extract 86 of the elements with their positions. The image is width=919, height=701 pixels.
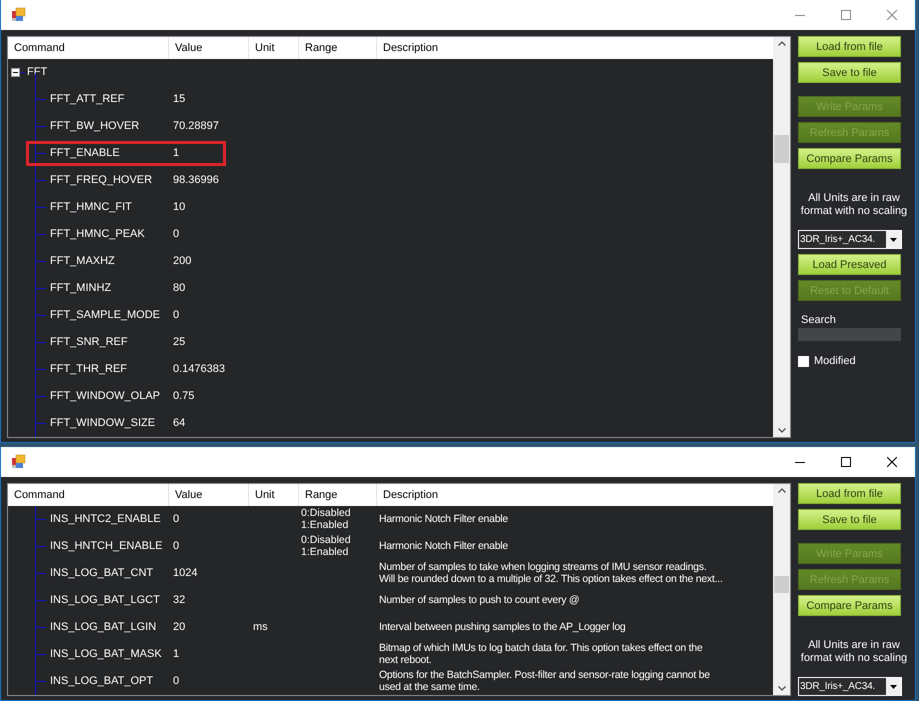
param-value[interactable]: 98.36996 <box>173 174 219 186</box>
search-label: Search <box>801 314 837 326</box>
search-field[interactable] <box>798 328 901 342</box>
param-description: Bitmap of which IMUs to log batch data for. This option takes effect on the next reboot. <box>379 643 702 666</box>
param-range: 0:Disabled 1:Enabled <box>301 508 351 531</box>
param-name[interactable]: INS_HNTC2_ENABLE <box>50 514 161 526</box>
param-description: Options for the BatchSampler. Post-filter and sensor-rate logging cannot be used at the same time. <box>379 670 710 693</box>
scroll-up-icon[interactable] <box>778 488 786 493</box>
units-note: All Units are in raw format with no scaling <box>800 192 908 218</box>
column-header[interactable]: Value <box>169 484 249 506</box>
scrollbar[interactable] <box>773 484 790 695</box>
action-button[interactable]: Save to file <box>798 509 901 530</box>
action-button[interactable]: Compare Params <box>798 148 901 169</box>
param-value[interactable]: 0 <box>173 228 180 240</box>
param-value[interactable]: 0 <box>173 310 180 322</box>
param-value[interactable]: 1024 <box>173 568 198 580</box>
param-name[interactable]: FFT_MINHZ <box>50 282 112 294</box>
column-header[interactable]: Range <box>299 484 377 506</box>
param-range: 0:Disabled 1:Enabled <box>301 535 351 558</box>
action-button[interactable]: Compare Params <box>798 595 901 616</box>
column-header[interactable]: Unit <box>249 484 299 506</box>
param-value[interactable]: 0.1476383 <box>173 364 225 376</box>
param-value[interactable]: 0 <box>173 540 180 552</box>
scrollbar[interactable] <box>773 37 790 437</box>
param-value[interactable]: 20 <box>173 622 186 634</box>
param-name[interactable]: FFT_HMNC_FIT <box>50 202 132 214</box>
collapse-icon[interactable] <box>11 68 20 77</box>
param-name[interactable]: FFT_SNR_REF <box>50 336 128 348</box>
scroll-thumb[interactable] <box>774 135 789 163</box>
scroll-down-icon[interactable] <box>778 428 786 433</box>
column-header[interactable]: Range <box>299 37 377 59</box>
param-description: Harmonic Notch Filter enable <box>379 540 508 552</box>
param-value[interactable]: 64 <box>173 418 186 430</box>
param-name[interactable]: INS_LOG_BAT_MASK <box>50 648 162 660</box>
param-name[interactable]: FFT_BW_HOVER <box>50 120 140 132</box>
param-name[interactable]: INS_LOG_BAT_LGIN <box>50 622 156 634</box>
param-description: Number of samples to push to count every @ <box>379 594 580 606</box>
param-unit: ms <box>253 622 268 634</box>
checkbox[interactable] <box>798 356 809 367</box>
checkbox-label: Modified <box>814 355 856 368</box>
param-value[interactable]: 1 <box>173 148 180 160</box>
scroll-thumb[interactable] <box>774 576 789 593</box>
param-name[interactable]: INS_HNTCH_ENABLE <box>50 540 162 552</box>
action-button[interactable]: Load Presaved <box>798 254 901 276</box>
units-note: All Units are in raw format with no scaling <box>800 639 908 664</box>
param-value[interactable]: 80 <box>173 282 186 294</box>
scroll-down-icon[interactable] <box>778 686 786 691</box>
tree-connector <box>20 72 25 73</box>
param-value[interactable]: 0 <box>173 514 180 526</box>
scroll-up-icon[interactable] <box>778 41 786 46</box>
action-button[interactable]: Save to file <box>798 62 901 83</box>
param-name[interactable]: FFT_WINDOW_OLAP <box>50 390 160 402</box>
param-description: Harmonic Notch Filter enable <box>379 514 508 525</box>
param-value[interactable]: 32 <box>173 594 186 606</box>
app-icon <box>11 454 27 470</box>
action-button[interactable]: Load from file <box>798 483 901 504</box>
param-value[interactable]: 0 <box>173 676 180 688</box>
column-header[interactable]: Unit <box>249 37 299 59</box>
tree-line <box>35 73 36 86</box>
param-value[interactable]: 25 <box>173 336 186 348</box>
param-name[interactable]: INS_LOG_BAT_OPT <box>50 676 154 688</box>
action-button[interactable]: Load from file <box>798 36 901 57</box>
param-value[interactable]: 10 <box>173 202 186 214</box>
param-value[interactable]: 15 <box>173 94 186 106</box>
param-description: Interval between pushing samples to the AP_Logger log <box>379 622 626 633</box>
preset-dropdown[interactable]: 3DR_Iris+_AC34. <box>798 677 902 696</box>
column-header[interactable]: Value <box>169 37 249 59</box>
param-name[interactable]: FFT_ENABLE <box>50 148 120 160</box>
group-name[interactable]: FFT <box>27 66 48 78</box>
param-value[interactable]: 70.28897 <box>173 120 219 132</box>
app-icon <box>11 7 27 23</box>
param-name[interactable]: FFT_THR_REF <box>50 364 127 376</box>
param-value[interactable]: 0.75 <box>173 390 194 402</box>
preset-dropdown[interactable]: 3DR_Iris+_AC34. <box>798 230 902 250</box>
param-value[interactable]: 1 <box>173 648 180 660</box>
param-description: Number of samples to take when logging streams of IMU sensor readings. Will be rounded down to a multiple of 32. This option takes effect on the next... <box>379 562 723 585</box>
param-name[interactable]: FFT_MAXHZ <box>50 256 115 268</box>
param-name[interactable]: INS_LOG_BAT_CNT <box>50 568 154 580</box>
param-name[interactable]: FFT_ATT_REF <box>50 94 124 106</box>
param-name[interactable]: FFT_HMNC_PEAK <box>50 228 145 240</box>
column-header[interactable]: Command <box>8 37 169 59</box>
param-name[interactable]: FFT_WINDOW_SIZE <box>50 418 156 430</box>
param-value[interactable]: 200 <box>173 256 192 268</box>
param-name[interactable]: FFT_SAMPLE_MODE <box>50 310 160 322</box>
param-name[interactable]: FFT_FREQ_HOVER <box>50 174 152 186</box>
param-name[interactable]: INS_LOG_BAT_LGCT <box>50 594 160 606</box>
